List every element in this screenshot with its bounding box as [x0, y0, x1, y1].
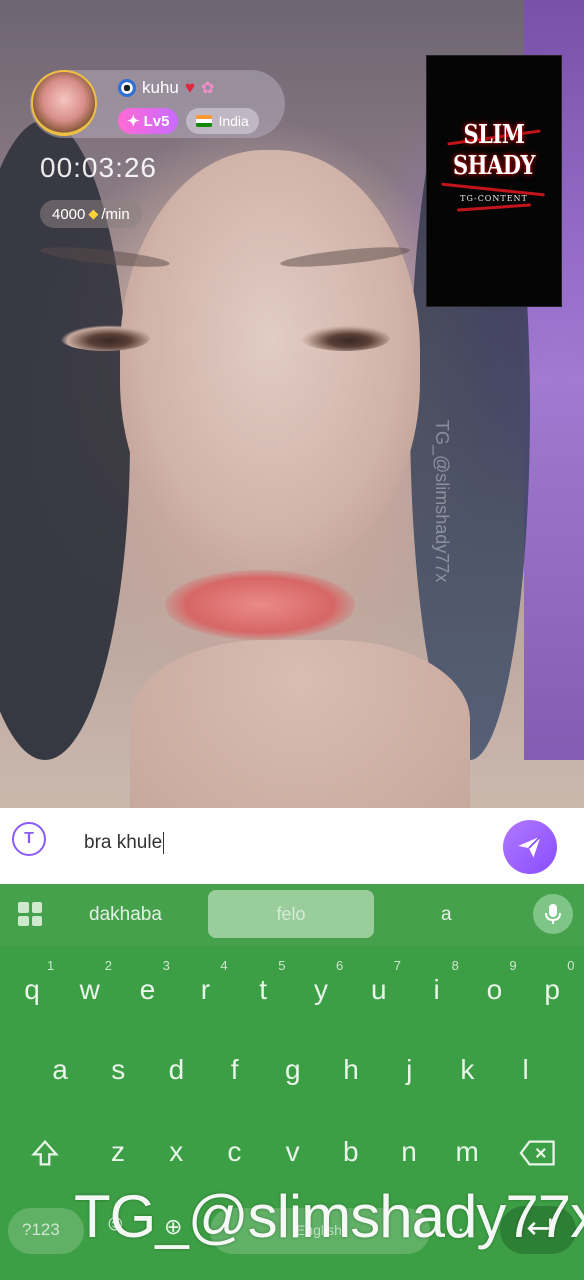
- caller-badges: ✦ Lv5 India: [118, 108, 259, 134]
- key-g[interactable]: g: [265, 1040, 321, 1100]
- shift-key[interactable]: [28, 1136, 62, 1170]
- caller-avatar[interactable]: [33, 72, 95, 134]
- key-hint-2: 2: [104, 958, 113, 973]
- key-hint-8: 8: [451, 958, 459, 973]
- text-caret: [163, 832, 165, 854]
- chat-input-text: bra khule: [84, 832, 163, 854]
- level-badge: ✦ Lv5: [118, 108, 179, 134]
- key-a[interactable]: a: [32, 1040, 88, 1100]
- key-hint-6: 6: [336, 958, 344, 973]
- microphone-button[interactable]: [533, 894, 573, 934]
- key-hint-4: 4: [220, 958, 228, 973]
- key-f[interactable]: f: [207, 1040, 263, 1100]
- key-hint-1: 1: [47, 958, 55, 973]
- rate-unit: /min: [101, 205, 130, 223]
- send-icon: [518, 835, 542, 858]
- key-m[interactable]: m: [439, 1122, 495, 1182]
- key-b[interactable]: b: [323, 1122, 379, 1182]
- key-hint-9: 9: [509, 958, 517, 973]
- key-s[interactable]: s: [90, 1040, 146, 1100]
- key-c[interactable]: c: [206, 1122, 262, 1182]
- key-x[interactable]: x: [148, 1122, 204, 1182]
- key-v[interactable]: v: [265, 1122, 321, 1182]
- symbols-key[interactable]: ?123: [22, 1220, 60, 1240]
- india-flag-icon: [196, 115, 213, 127]
- flower-icon: ✿: [200, 80, 215, 97]
- eye-right: [300, 325, 390, 351]
- level-label: Lv5: [143, 112, 170, 130]
- key-hint-5: 5: [278, 958, 286, 973]
- heart-icon: ♥: [184, 78, 195, 97]
- key-j[interactable]: j: [381, 1040, 437, 1100]
- microphone-icon: [545, 904, 561, 924]
- call-timer: 00:03:26: [40, 152, 157, 183]
- key-hint-7: 7: [393, 958, 402, 973]
- diamond-icon: ◆: [88, 206, 99, 221]
- chat-message-input[interactable]: bra khule: [84, 832, 474, 864]
- key-l[interactable]: l: [498, 1040, 554, 1100]
- country-label: India: [218, 113, 249, 129]
- caller-name-row: kuhu ♥ ✿: [118, 78, 214, 98]
- lips: [165, 570, 355, 640]
- key-d[interactable]: d: [148, 1040, 204, 1100]
- country-badge: India: [186, 108, 259, 134]
- neck: [130, 640, 470, 808]
- backspace-icon: [519, 1140, 555, 1166]
- level-star-icon: ✦: [127, 113, 140, 130]
- rate-value: 4000: [52, 205, 86, 223]
- logo-flame-stroke: [456, 203, 532, 212]
- shift-icon: [31, 1139, 59, 1166]
- key-hint-3: 3: [162, 958, 170, 973]
- slim-shady-subtitle: TG-CONTENT: [460, 194, 528, 203]
- key-hint-0: 0: [567, 958, 575, 973]
- key-n[interactable]: n: [381, 1122, 437, 1182]
- self-camera-preview[interactable]: SLIM SHADY TG-CONTENT: [426, 55, 562, 307]
- suggestion-right[interactable]: a: [441, 904, 452, 926]
- translate-icon[interactable]: T: [12, 822, 46, 856]
- call-rate-badge: 4000 ◆ /min: [40, 200, 142, 228]
- evil-eye-icon: [118, 79, 136, 97]
- keyboard-menu-icon[interactable]: [18, 902, 42, 926]
- key-k[interactable]: k: [439, 1040, 495, 1100]
- caller-name: kuhu: [142, 78, 179, 97]
- key-h[interactable]: h: [323, 1040, 379, 1100]
- watermark-text: TG_@slimshady77x: [74, 1183, 584, 1250]
- suggestion-left[interactable]: dakhaba: [89, 904, 162, 926]
- key-z[interactable]: z: [90, 1122, 146, 1182]
- suggestion-middle[interactable]: felo: [208, 890, 374, 938]
- eye-left: [60, 325, 150, 351]
- backspace-key[interactable]: [518, 1136, 558, 1170]
- slim-shady-logo: SLIM SHADY: [452, 117, 536, 181]
- face: [120, 150, 420, 570]
- side-watermark: TG_@slimshady77x: [432, 420, 452, 583]
- send-button[interactable]: [503, 820, 557, 874]
